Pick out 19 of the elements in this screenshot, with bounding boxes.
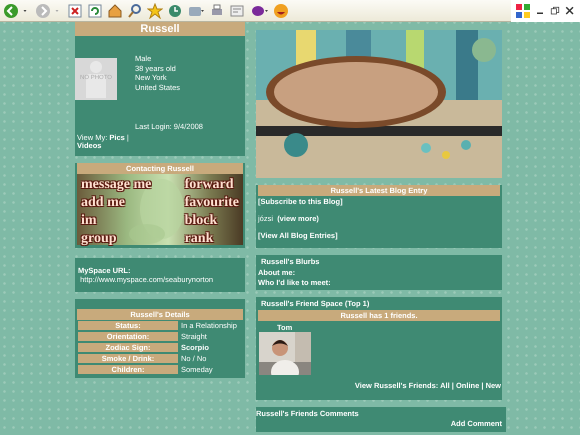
refresh-icon[interactable] — [87, 2, 103, 18]
contact-link[interactable]: forward — [184, 176, 239, 192]
contact-link[interactable]: block — [184, 212, 239, 228]
back-icon[interactable] — [3, 2, 19, 18]
star-icon[interactable] — [147, 2, 163, 18]
contact-link[interactable]: message me — [81, 176, 152, 192]
contact-link[interactable]: rank — [184, 230, 239, 246]
search-icon[interactable] — [127, 2, 143, 18]
contact-link[interactable]: group — [81, 230, 152, 246]
contact-link[interactable]: favourite — [184, 194, 239, 210]
smiley-icon[interactable] — [273, 2, 289, 18]
windows-logo-icon[interactable] — [515, 2, 531, 18]
home-icon[interactable] — [107, 2, 123, 18]
stop-icon[interactable] — [67, 2, 83, 18]
history-icon[interactable] — [167, 2, 183, 18]
profile-name: Russell — [75, 22, 245, 36]
contact-link[interactable]: add me — [81, 194, 152, 210]
contact-link[interactable]: im — [81, 212, 152, 228]
edit-icon[interactable] — [229, 2, 245, 18]
